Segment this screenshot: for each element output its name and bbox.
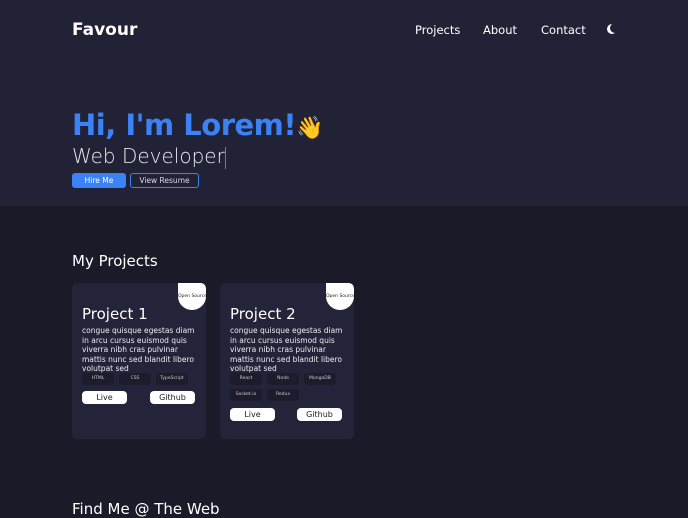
project-title: Project 2 <box>230 305 296 323</box>
hire-me-button[interactable]: Hire Me <box>72 173 126 188</box>
tech-tag: Socket.io <box>230 389 262 401</box>
typing-cursor <box>224 146 226 169</box>
tech-tag: CSS <box>119 373 151 385</box>
tech-tag: Redux <box>267 389 299 401</box>
find-me-heading: Find Me @ The Web <box>72 500 220 518</box>
project-description: congue quisque egestas diam in arcu curs… <box>82 326 195 373</box>
view-resume-button[interactable]: View Resume <box>130 173 199 188</box>
hero-greeting: Hi, I'm Lorem!👋 <box>72 108 324 142</box>
github-button[interactable]: Github <box>150 391 195 404</box>
projects-heading: My Projects <box>72 252 158 270</box>
logo[interactable]: Favour <box>72 20 137 40</box>
nav-contact[interactable]: Contact <box>541 23 586 37</box>
open-source-badge: Open Source <box>178 283 206 310</box>
role-text: Web Developer <box>72 144 225 168</box>
nav-projects[interactable]: Projects <box>415 23 460 37</box>
wave-icon: 👋 <box>296 116 324 141</box>
tech-tag: TypeScript <box>156 373 188 385</box>
tech-tag: Node <box>267 373 299 385</box>
hero-section: Favour Projects About Contact Hi, I'm Lo… <box>0 0 688 206</box>
hero-role: Web Developer <box>72 144 226 169</box>
tech-tag: HTML <box>82 373 114 385</box>
nav-about[interactable]: About <box>483 23 517 37</box>
open-source-badge: Open Source <box>326 283 354 310</box>
project-card: Open Source Project 2 congue quisque ege… <box>220 283 354 439</box>
tech-tag: React <box>230 373 262 385</box>
live-button[interactable]: Live <box>230 408 275 421</box>
project-card: Open Source Project 1 congue quisque ege… <box>72 283 206 439</box>
live-button[interactable]: Live <box>82 391 127 404</box>
project-description: congue quisque egestas diam in arcu curs… <box>230 326 343 373</box>
github-button[interactable]: Github <box>297 408 342 421</box>
greeting-text: Hi, I'm Lorem! <box>72 108 297 142</box>
project-title: Project 1 <box>82 305 148 323</box>
moon-icon[interactable] <box>610 23 620 33</box>
tech-tag: MongoDB <box>304 373 336 385</box>
